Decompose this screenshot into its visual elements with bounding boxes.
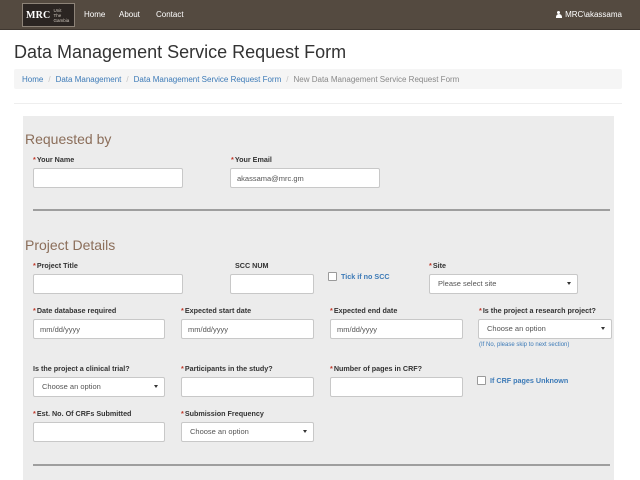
no-scc-checkbox-group[interactable]: Tick if no SCC (328, 272, 390, 281)
submission-frequency-label: *Submission Frequency (181, 409, 264, 418)
your-email-label: *Your Email (231, 155, 272, 164)
user-name: MRC\akassama (565, 10, 622, 19)
chevron-down-icon (601, 327, 605, 330)
project-title-input[interactable] (33, 274, 183, 294)
required-marker: * (330, 364, 333, 373)
research-project-select[interactable]: Choose an option (478, 319, 612, 339)
required-marker: * (33, 409, 36, 418)
chevron-down-icon (567, 282, 571, 285)
pages-crf-label: *Number of pages in CRF? (330, 364, 423, 373)
project-title-label: *Project Title (33, 261, 78, 270)
breadcrumb-home[interactable]: Home (22, 75, 43, 84)
participants-input[interactable] (181, 377, 314, 397)
expected-start-label: *Expected start date (181, 306, 252, 315)
research-project-select-value: Choose an option (487, 324, 546, 333)
chevron-down-icon (303, 430, 307, 433)
scc-num-input[interactable] (230, 274, 314, 294)
required-marker: * (33, 261, 36, 270)
expected-start-input[interactable] (181, 319, 314, 339)
breadcrumb-separator: / (126, 74, 129, 84)
logo-subtext: Unit The Gambia (53, 7, 70, 23)
project-details-heading: Project Details (25, 237, 116, 253)
participants-label: *Participants in the study? (181, 364, 273, 373)
scc-num-label: SCC NUM (235, 261, 269, 270)
site-label: *Site (429, 261, 446, 270)
submission-frequency-select[interactable]: Choose an option (181, 422, 314, 442)
required-marker: * (181, 364, 184, 373)
nav-contact-link[interactable]: Contact (156, 10, 184, 19)
research-project-hint: (If No, please skip to next section) (479, 342, 570, 348)
clinical-trial-select-value: Choose an option (42, 382, 101, 391)
mrc-logo[interactable]: MRC Unit The Gambia (22, 3, 75, 27)
crf-unknown-checkbox-group[interactable]: If CRF pages Unknown (477, 376, 568, 385)
section-divider (33, 209, 610, 211)
breadcrumb: Home / Data Management / Data Management… (14, 69, 622, 89)
breadcrumb-data-management[interactable]: Data Management (56, 75, 122, 84)
logo-text: MRC (26, 9, 51, 21)
research-project-label: *Is the project a research project? (479, 306, 596, 315)
required-marker: * (330, 306, 333, 315)
your-name-label: *Your Name (33, 155, 75, 164)
chevron-down-icon (154, 385, 158, 388)
top-navbar: MRC Unit The Gambia Home About Contact M… (0, 0, 640, 30)
crf-unknown-checkbox-label: If CRF pages Unknown (490, 376, 569, 385)
page-title: Data Management Service Request Form (14, 42, 347, 62)
est-crfs-input[interactable] (33, 422, 165, 442)
breadcrumb-separator: / (286, 74, 289, 84)
requested-by-heading: Requested by (25, 131, 112, 147)
required-marker: * (479, 306, 482, 315)
section-divider (33, 464, 610, 466)
clinical-trial-select[interactable]: Choose an option (33, 377, 165, 397)
your-name-input[interactable] (33, 168, 183, 188)
breadcrumb-current: New Data Management Service Request Form (293, 74, 460, 84)
required-marker: * (429, 261, 432, 270)
site-select[interactable]: Please select site (429, 274, 578, 294)
breadcrumb-separator: / (48, 74, 51, 84)
site-select-value: Please select site (438, 279, 497, 288)
user-menu[interactable]: MRC\akassama (555, 10, 622, 19)
breadcrumb-service-request-form[interactable]: Data Management Service Request Form (134, 75, 282, 84)
required-marker: * (33, 155, 36, 164)
nav-home-link[interactable]: Home (84, 10, 105, 19)
no-scc-checkbox-label: Tick if no SCC (341, 272, 390, 281)
date-db-required-label: *Date database required (33, 306, 117, 315)
nav-about-link[interactable]: About (119, 10, 140, 19)
expected-end-input[interactable] (330, 319, 463, 339)
required-marker: * (181, 306, 184, 315)
user-icon (555, 10, 562, 19)
pages-crf-input[interactable] (330, 377, 463, 397)
expected-end-label: *Expected end date (330, 306, 398, 315)
required-marker: * (231, 155, 234, 164)
crf-unknown-checkbox[interactable] (477, 376, 486, 385)
required-marker: * (181, 409, 184, 418)
page-divider (14, 103, 622, 104)
submission-frequency-select-value: Choose an option (190, 427, 249, 436)
date-db-required-input[interactable] (33, 319, 165, 339)
no-scc-checkbox[interactable] (328, 272, 337, 281)
est-crfs-label: *Est. No. Of CRFs Submitted (33, 409, 132, 418)
your-email-input[interactable] (230, 168, 380, 188)
required-marker: * (33, 306, 36, 315)
clinical-trial-label: Is the project a clinical trial? (33, 364, 130, 373)
